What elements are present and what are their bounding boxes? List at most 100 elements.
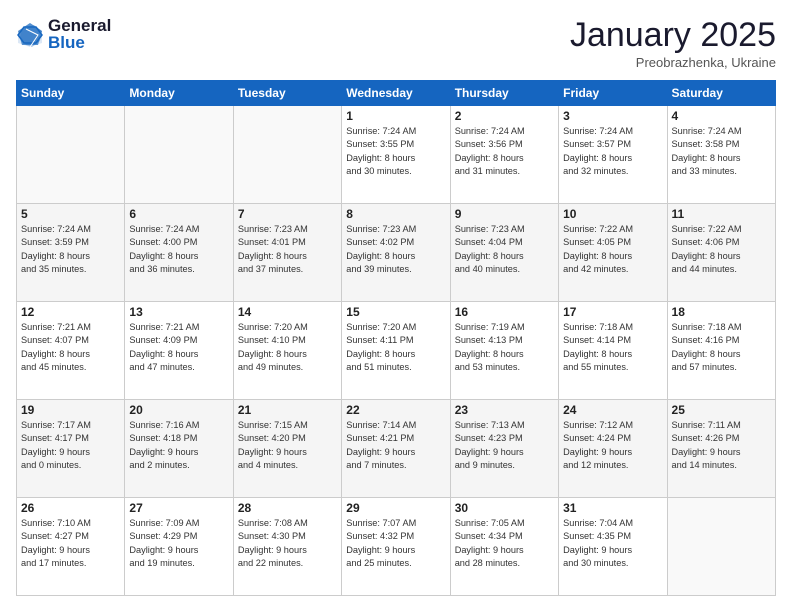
- calendar-week-row: 26 Sunrise: 7:10 AMSunset: 4:27 PMDayligh…: [17, 498, 776, 596]
- day-info: Sunrise: 7:21 AMSunset: 4:07 PMDaylight:…: [21, 321, 120, 374]
- table-row: 15 Sunrise: 7:20 AMSunset: 4:11 PMDayligh…: [342, 302, 450, 400]
- day-info: Sunrise: 7:11 AMSunset: 4:26 PMDaylight:…: [672, 419, 771, 472]
- calendar-week-row: 5 Sunrise: 7:24 AMSunset: 3:59 PMDaylight…: [17, 204, 776, 302]
- calendar-week-row: 19 Sunrise: 7:17 AMSunset: 4:17 PMDayligh…: [17, 400, 776, 498]
- table-row: 6 Sunrise: 7:24 AMSunset: 4:00 PMDaylight…: [125, 204, 233, 302]
- table-row: 28Sunrise: 7:08 AMSunset: 4:30 PMDayligh…: [233, 498, 341, 596]
- logo-icon: [16, 21, 44, 49]
- day-info: Sunrise: 7:10 AMSunset: 4:27 PMDaylight:…: [21, 517, 120, 570]
- day-number: 28: [238, 501, 337, 515]
- col-wednesday: Wednesday: [342, 81, 450, 106]
- day-info: Sunrise: 7:18 AMSunset: 4:16 PMDaylight:…: [672, 321, 771, 374]
- table-row: 22 Sunrise: 7:14 AMSunset: 4:21 PMDayligh…: [342, 400, 450, 498]
- table-row: [125, 106, 233, 204]
- table-row: 2 Sunrise: 7:24 AMSunset: 3:56 PMDaylight…: [450, 106, 558, 204]
- calendar-week-row: 12 Sunrise: 7:21 AMSunset: 4:07 PMDayligh…: [17, 302, 776, 400]
- day-info: Sunrise: 7:05 AMSunset: 4:34 PMDaylight:…: [455, 517, 554, 570]
- table-row: 26 Sunrise: 7:10 AMSunset: 4:27 PMDayligh…: [17, 498, 125, 596]
- day-number: 18: [672, 305, 771, 319]
- table-row: 29 Sunrise: 7:07 AMSunset: 4:32 PMDayligh…: [342, 498, 450, 596]
- table-row: [667, 498, 775, 596]
- day-info: Sunrise: 7:17 AMSunset: 4:17 PMDaylight:…: [21, 419, 120, 472]
- month-title: January 2025: [570, 16, 776, 55]
- day-number: 10: [563, 207, 662, 221]
- table-row: 21Sunrise: 7:15 AMSunset: 4:20 PMDayligh…: [233, 400, 341, 498]
- day-info: Sunrise: 7:19 AMSunset: 4:13 PMDaylight:…: [455, 321, 554, 374]
- table-row: 19 Sunrise: 7:17 AMSunset: 4:17 PMDayligh…: [17, 400, 125, 498]
- logo-blue: Blue: [48, 33, 111, 53]
- day-info: Sunrise: 7:21 AMSunset: 4:09 PMDaylight:…: [129, 321, 228, 374]
- day-info: Sunrise: 7:07 AMSunset: 4:32 PMDaylight:…: [346, 517, 445, 570]
- day-number: 16: [455, 305, 554, 319]
- table-row: 27Sunrise: 7:09 AMSunset: 4:29 PMDayligh…: [125, 498, 233, 596]
- day-info: Sunrise: 7:20 AMSunset: 4:10 PMDaylight:…: [238, 321, 337, 374]
- table-row: 24Sunrise: 7:12 AMSunset: 4:24 PMDayligh…: [559, 400, 667, 498]
- table-row: 10 Sunrise: 7:22 AMSunset: 4:05 PMDayligh…: [559, 204, 667, 302]
- table-row: 7Sunrise: 7:23 AMSunset: 4:01 PMDaylight…: [233, 204, 341, 302]
- day-number: 2: [455, 109, 554, 123]
- day-info: Sunrise: 7:23 AMSunset: 4:02 PMDaylight:…: [346, 223, 445, 276]
- day-number: 26: [21, 501, 120, 515]
- col-sunday: Sunday: [17, 81, 125, 106]
- day-number: 19: [21, 403, 120, 417]
- day-info: Sunrise: 7:04 AMSunset: 4:35 PMDaylight:…: [563, 517, 662, 570]
- col-monday: Monday: [125, 81, 233, 106]
- table-row: 17 Sunrise: 7:18 AMSunset: 4:14 PMDayligh…: [559, 302, 667, 400]
- table-row: 31 Sunrise: 7:04 AMSunset: 4:35 PMDayligh…: [559, 498, 667, 596]
- day-info: Sunrise: 7:20 AMSunset: 4:11 PMDaylight:…: [346, 321, 445, 374]
- logo: General Blue: [16, 16, 111, 53]
- col-thursday: Thursday: [450, 81, 558, 106]
- table-row: 1 Sunrise: 7:24 AMSunset: 3:55 PMDaylight…: [342, 106, 450, 204]
- calendar-header-row: Sunday Monday Tuesday Wednesday Thursday…: [17, 81, 776, 106]
- day-number: 20: [129, 403, 228, 417]
- day-number: 15: [346, 305, 445, 319]
- day-info: Sunrise: 7:24 AMSunset: 3:59 PMDaylight:…: [21, 223, 120, 276]
- day-info: Sunrise: 7:23 AMSunset: 4:01 PMDaylight:…: [238, 223, 337, 276]
- day-number: 4: [672, 109, 771, 123]
- day-info: Sunrise: 7:22 AMSunset: 4:05 PMDaylight:…: [563, 223, 662, 276]
- calendar-week-row: 1 Sunrise: 7:24 AMSunset: 3:55 PMDaylight…: [17, 106, 776, 204]
- table-row: 30 Sunrise: 7:05 AMSunset: 4:34 PMDayligh…: [450, 498, 558, 596]
- day-number: 6: [129, 207, 228, 221]
- day-number: 17: [563, 305, 662, 319]
- day-info: Sunrise: 7:15 AMSunset: 4:20 PMDaylight:…: [238, 419, 337, 472]
- table-row: 20 Sunrise: 7:16 AMSunset: 4:18 PMDayligh…: [125, 400, 233, 498]
- day-number: 25: [672, 403, 771, 417]
- col-tuesday: Tuesday: [233, 81, 341, 106]
- day-number: 11: [672, 207, 771, 221]
- day-number: 14: [238, 305, 337, 319]
- day-number: 29: [346, 501, 445, 515]
- table-row: [233, 106, 341, 204]
- day-info: Sunrise: 7:24 AMSunset: 3:55 PMDaylight:…: [346, 125, 445, 178]
- day-info: Sunrise: 7:22 AMSunset: 4:06 PMDaylight:…: [672, 223, 771, 276]
- col-friday: Friday: [559, 81, 667, 106]
- col-saturday: Saturday: [667, 81, 775, 106]
- day-info: Sunrise: 7:24 AMSunset: 3:57 PMDaylight:…: [563, 125, 662, 178]
- day-number: 30: [455, 501, 554, 515]
- day-info: Sunrise: 7:09 AMSunset: 4:29 PMDaylight:…: [129, 517, 228, 570]
- table-row: 8 Sunrise: 7:23 AMSunset: 4:02 PMDaylight…: [342, 204, 450, 302]
- table-row: 12 Sunrise: 7:21 AMSunset: 4:07 PMDayligh…: [17, 302, 125, 400]
- day-info: Sunrise: 7:18 AMSunset: 4:14 PMDaylight:…: [563, 321, 662, 374]
- day-number: 22: [346, 403, 445, 417]
- day-number: 8: [346, 207, 445, 221]
- day-number: 5: [21, 207, 120, 221]
- day-number: 1: [346, 109, 445, 123]
- day-info: Sunrise: 7:24 AMSunset: 3:58 PMDaylight:…: [672, 125, 771, 178]
- day-info: Sunrise: 7:24 AMSunset: 3:56 PMDaylight:…: [455, 125, 554, 178]
- table-row: 18 Sunrise: 7:18 AMSunset: 4:16 PMDayligh…: [667, 302, 775, 400]
- header: General Blue January 2025 Preobrazhenka,…: [16, 16, 776, 70]
- day-info: Sunrise: 7:14 AMSunset: 4:21 PMDaylight:…: [346, 419, 445, 472]
- day-number: 13: [129, 305, 228, 319]
- table-row: 23Sunrise: 7:13 AMSunset: 4:23 PMDayligh…: [450, 400, 558, 498]
- day-info: Sunrise: 7:12 AMSunset: 4:24 PMDaylight:…: [563, 419, 662, 472]
- day-number: 9: [455, 207, 554, 221]
- day-number: 31: [563, 501, 662, 515]
- day-info: Sunrise: 7:24 AMSunset: 4:00 PMDaylight:…: [129, 223, 228, 276]
- table-row: [17, 106, 125, 204]
- table-row: 25 Sunrise: 7:11 AMSunset: 4:26 PMDayligh…: [667, 400, 775, 498]
- day-number: 12: [21, 305, 120, 319]
- table-row: 11 Sunrise: 7:22 AMSunset: 4:06 PMDayligh…: [667, 204, 775, 302]
- day-info: Sunrise: 7:16 AMSunset: 4:18 PMDaylight:…: [129, 419, 228, 472]
- table-row: 13 Sunrise: 7:21 AMSunset: 4:09 PMDayligh…: [125, 302, 233, 400]
